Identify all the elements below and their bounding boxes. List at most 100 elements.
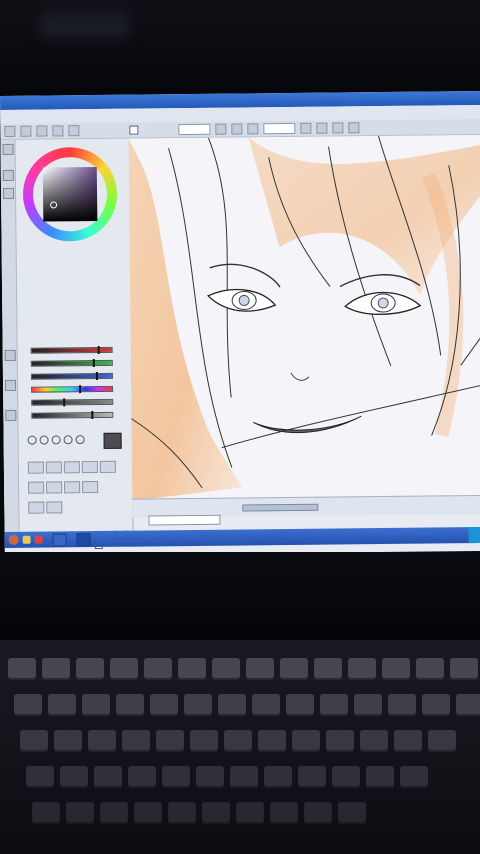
monitor-bezel-bottom <box>0 552 480 652</box>
monitor-bezel-top <box>0 0 480 100</box>
keyboard-key <box>382 658 410 680</box>
zoom-field[interactable] <box>178 123 211 136</box>
color-slider[interactable] <box>30 345 113 354</box>
laptop-screen <box>0 90 480 556</box>
keyboard-key <box>128 766 156 788</box>
lineart-illustration <box>128 134 480 499</box>
taskbar-item-active[interactable] <box>76 532 91 546</box>
keyboard-key <box>314 658 342 680</box>
brush-preset-button[interactable] <box>46 481 63 494</box>
slider-handle[interactable] <box>92 359 95 368</box>
color-slider[interactable] <box>30 371 113 381</box>
panel-toggle-button[interactable] <box>2 143 14 155</box>
flip-button[interactable] <box>332 122 344 134</box>
keyboard-key <box>246 658 274 680</box>
color-slider[interactable] <box>31 385 114 394</box>
keyboard-key <box>48 694 76 716</box>
keyboard-key <box>450 658 478 680</box>
navigator-panel <box>132 494 480 526</box>
keyboard-key <box>196 766 224 788</box>
panel-toggle-button[interactable] <box>5 409 17 421</box>
quicklaunch-icon[interactable] <box>22 535 31 544</box>
brush-preset-button[interactable] <box>28 501 45 514</box>
eyedropper-icon[interactable] <box>75 435 85 445</box>
keyboard-key <box>162 766 190 788</box>
keyboard-key <box>32 802 60 824</box>
keyboard-key <box>252 694 280 716</box>
slider-handle[interactable] <box>95 371 98 381</box>
color-slider[interactable] <box>31 411 114 420</box>
navigator-strip <box>0 139 20 532</box>
keyboard-key <box>190 730 218 752</box>
keyboard-key <box>184 694 212 716</box>
panel-toggle-button[interactable] <box>2 187 15 199</box>
keyboard-key <box>456 694 480 716</box>
hand-tool-button[interactable] <box>68 125 80 137</box>
zoom-reset-button[interactable] <box>247 123 259 135</box>
layer-thumbnail[interactable] <box>148 514 221 526</box>
panel-toggle-button[interactable] <box>2 169 14 181</box>
brush-preset-button[interactable] <box>82 480 99 494</box>
select-tool-button[interactable] <box>4 125 16 137</box>
stabilizer-checkbox[interactable] <box>129 125 139 135</box>
keyboard-key <box>230 766 258 788</box>
stabilizer-button[interactable] <box>348 122 360 134</box>
color-slider[interactable] <box>30 359 113 368</box>
start-button[interactable] <box>8 534 19 545</box>
keyboard-key <box>26 766 54 788</box>
zoom-in-button[interactable] <box>231 123 243 135</box>
rotate-right-button[interactable] <box>316 122 328 134</box>
taskbar-item[interactable] <box>52 532 67 546</box>
brush-preset-button[interactable] <box>63 461 80 474</box>
slider-handle[interactable] <box>78 385 81 394</box>
keyboard-key <box>236 802 264 824</box>
saturation-value-square[interactable] <box>42 166 98 222</box>
keyboard-key <box>212 658 240 680</box>
keyboard-key <box>304 802 332 824</box>
keyboard-key <box>168 802 196 824</box>
magnifier-icon[interactable] <box>51 435 61 445</box>
brush-preset-button[interactable] <box>45 461 62 474</box>
keyboard-key <box>202 802 230 824</box>
drawing-canvas[interactable] <box>128 134 480 499</box>
rotate-left-button[interactable] <box>300 122 312 134</box>
keyboard-key <box>110 658 138 680</box>
rotate-tool-button[interactable] <box>52 125 64 137</box>
quicklaunch-icon[interactable] <box>34 535 43 544</box>
keyboard-key <box>270 802 298 824</box>
keyboard-key <box>258 730 286 752</box>
horizontal-scrollbar[interactable] <box>242 503 319 512</box>
color-slider[interactable] <box>31 398 114 407</box>
brush-preset-button[interactable] <box>99 460 116 473</box>
brush-preset-button[interactable] <box>46 501 63 514</box>
brush-preset-button[interactable] <box>28 481 45 494</box>
brush-tool-icon[interactable] <box>27 435 37 445</box>
keyboard-key <box>264 766 292 788</box>
eraser-tool-icon[interactable] <box>39 435 49 445</box>
slider-handle[interactable] <box>90 411 93 420</box>
move-tool-button[interactable] <box>20 125 32 137</box>
keyboard-key <box>388 694 416 716</box>
zoom-tool-button[interactable] <box>36 125 48 137</box>
keyboard-key <box>116 694 144 716</box>
slider-handle[interactable] <box>63 398 66 407</box>
keyboard-key <box>224 730 252 752</box>
brush-preset-button[interactable] <box>27 461 44 474</box>
slider-handle[interactable] <box>97 345 101 354</box>
keyboard-key <box>428 730 456 752</box>
zoom-out-button[interactable] <box>215 123 227 135</box>
keyboard-key <box>394 730 422 752</box>
color-picker-cursor[interactable] <box>50 201 58 209</box>
hand-icon[interactable] <box>63 435 73 445</box>
angle-field[interactable] <box>263 122 296 135</box>
keyboard-key <box>8 658 36 680</box>
panel-toggle-button[interactable] <box>4 349 16 361</box>
panel-toggle-button[interactable] <box>4 379 17 391</box>
system-tray[interactable] <box>468 526 480 544</box>
keyboard-key <box>144 658 172 680</box>
brush-preset-button[interactable] <box>81 460 98 474</box>
keyboard-key <box>122 730 150 752</box>
foreground-color-swatch[interactable] <box>103 432 122 449</box>
keyboard-key <box>422 694 450 716</box>
brush-preset-button[interactable] <box>64 481 81 494</box>
